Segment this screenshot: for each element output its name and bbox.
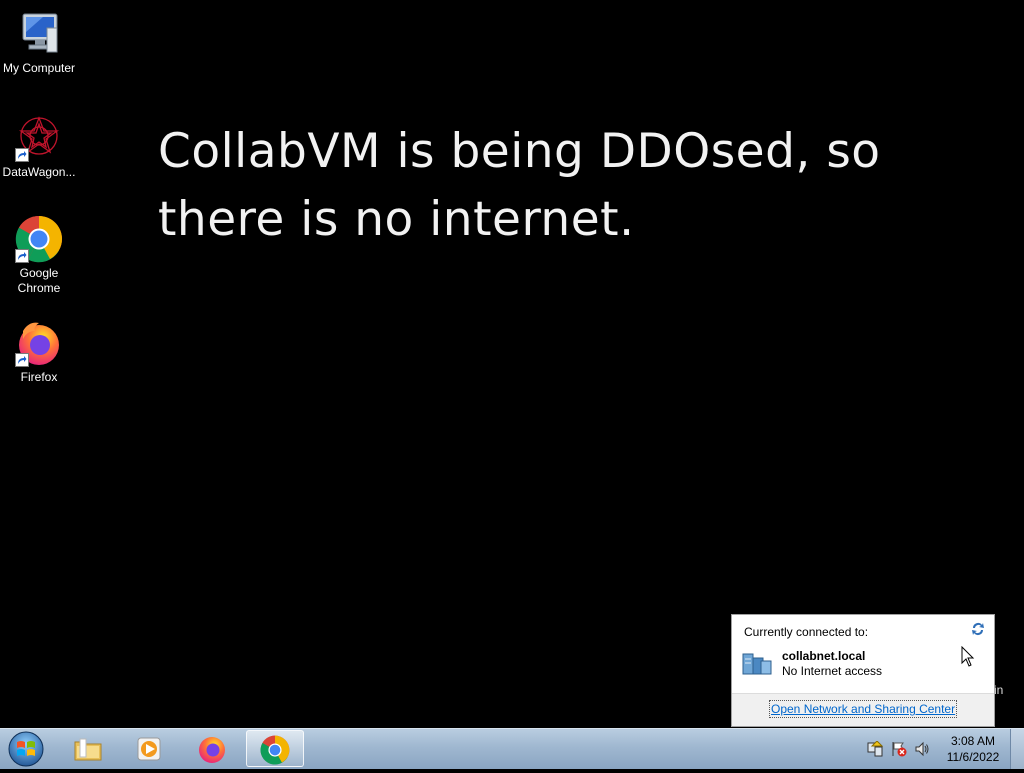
shortcut-arrow-icon xyxy=(15,249,29,263)
wallpaper-line-2: there is no internet. xyxy=(158,192,635,247)
desktop-icon-label: Firefox xyxy=(20,370,58,384)
firefox-icon xyxy=(197,734,227,764)
wallpaper-line-1: CollabVM is being DDOsed, so xyxy=(158,124,881,179)
network-tray-icon[interactable] xyxy=(867,740,884,757)
datawagon-icon xyxy=(15,114,63,162)
taskbar-chrome[interactable] xyxy=(246,730,304,767)
chrome-icon xyxy=(260,735,290,765)
desktop-icon-firefox[interactable]: Firefox xyxy=(0,319,78,385)
computer-icon xyxy=(15,10,63,58)
shortcut-arrow-icon xyxy=(15,148,29,162)
clock[interactable]: 3:08 AM 11/6/2022 xyxy=(938,733,1008,765)
desktop-icon-label: DataWagon... xyxy=(2,165,76,179)
flyout-footer: Open Network and Sharing Center xyxy=(732,693,994,726)
action-center-flag-icon[interactable] xyxy=(891,741,907,757)
clock-time: 3:08 AM xyxy=(950,734,996,748)
clock-date: 11/6/2022 xyxy=(946,750,1000,764)
taskbar: 3:08 AM 11/6/2022 xyxy=(0,728,1024,769)
desktop-icon-my-computer[interactable]: My Computer xyxy=(0,10,78,76)
chrome-icon xyxy=(15,215,63,263)
taskbar-windows-explorer[interactable] xyxy=(60,730,118,767)
show-desktop-button[interactable] xyxy=(1010,729,1024,769)
media-player-icon xyxy=(134,734,164,764)
mouse-cursor-icon xyxy=(961,645,975,668)
firefox-icon xyxy=(15,319,63,367)
network-domain-icon xyxy=(741,650,773,678)
taskbar-media-player[interactable] xyxy=(121,730,179,767)
shortcut-arrow-icon xyxy=(15,353,29,367)
connected-header: Currently connected to: xyxy=(744,625,869,639)
start-button[interactable] xyxy=(6,730,46,768)
refresh-icon[interactable] xyxy=(970,621,986,637)
taskbar-firefox[interactable] xyxy=(184,730,242,767)
volume-icon[interactable] xyxy=(914,741,930,757)
network-flyout: Currently connected to: collabnet.local … xyxy=(731,614,995,727)
network-status: No Internet access xyxy=(782,664,883,678)
clipped-text: in xyxy=(994,683,1004,697)
desktop-icon-label: Google Chrome xyxy=(17,266,61,295)
open-network-sharing-center-link[interactable]: Open Network and Sharing Center xyxy=(768,700,958,718)
desktop-icon-chrome[interactable]: Google Chrome xyxy=(0,215,78,296)
desktop-icon-label: My Computer xyxy=(2,61,76,75)
folder-icon xyxy=(73,734,103,764)
wallpaper-message: CollabVM is being DDOsed, so there is no… xyxy=(158,118,958,254)
network-name: collabnet.local xyxy=(782,649,866,663)
desktop-icon-datawagon[interactable]: DataWagon... xyxy=(0,114,78,180)
